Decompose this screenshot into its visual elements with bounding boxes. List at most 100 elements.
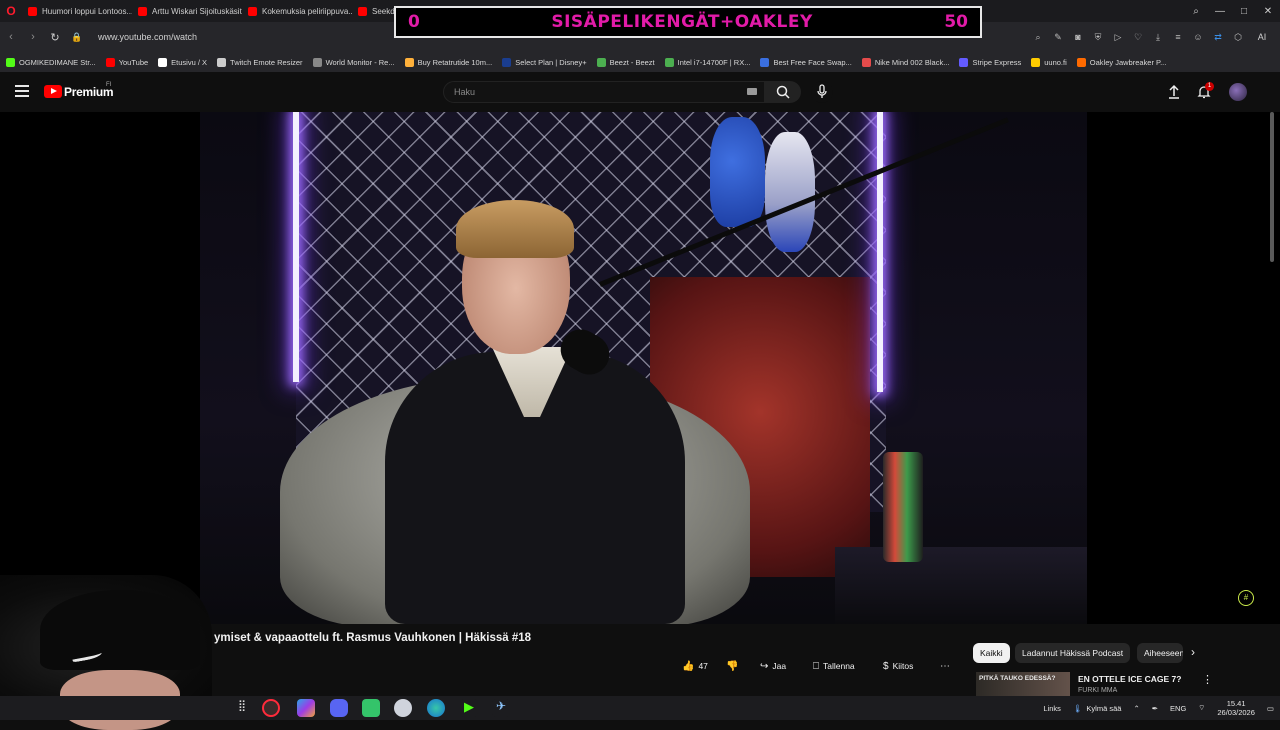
bookmark-item[interactable]: Etusivu / X bbox=[158, 57, 207, 67]
guide-menu-icon[interactable] bbox=[15, 85, 29, 97]
tab-favicon-icon bbox=[358, 6, 367, 16]
side-table bbox=[835, 547, 1087, 624]
youtube-logo-icon[interactable] bbox=[44, 85, 62, 98]
search-icon bbox=[776, 85, 790, 99]
steam-taskbar-icon[interactable]: ✈ bbox=[492, 699, 510, 717]
back-button[interactable]: ‹ bbox=[0, 31, 22, 43]
pen-icon[interactable]: ✒ bbox=[1152, 704, 1158, 713]
video-player[interactable]: # bbox=[0, 112, 1280, 624]
search-icon[interactable]: ⌕ bbox=[1030, 32, 1046, 43]
play-taskbar-icon[interactable]: ▶ bbox=[460, 699, 478, 717]
toolbar-icons: ⌕ ✎ ◙ ⛨ ▷ ♡ ⤓ ≡ ☺ ⇄ ⬡ AI bbox=[1030, 22, 1274, 52]
bookmark-item[interactable]: Intel i7-14700F | RX... bbox=[664, 57, 750, 67]
browser-tab[interactable]: Kokemuksia peliriippuva... bbox=[242, 0, 352, 22]
channel-watermark-icon[interactable]: # bbox=[1238, 590, 1254, 606]
camera-icon[interactable]: ◙ bbox=[1070, 32, 1086, 42]
recommended-more-icon[interactable]: ⋮ bbox=[1202, 673, 1213, 686]
search-tabs-icon[interactable]: ⌕ bbox=[1184, 6, 1208, 17]
bookmark-item[interactable]: Twitch Emote Resizer bbox=[217, 57, 303, 67]
search-input[interactable] bbox=[444, 82, 704, 102]
opera-menu-icon[interactable]: O bbox=[0, 0, 22, 22]
system-tray: Links 🌡 Kylmä sää ⌃ ✒ ENG ⌔ 15.41 26/03/… bbox=[1037, 696, 1280, 720]
language-indicator[interactable]: ENG bbox=[1170, 704, 1186, 713]
reload-button[interactable]: ↻ bbox=[44, 31, 66, 44]
kick-taskbar-icon[interactable] bbox=[362, 699, 380, 717]
close-window-button[interactable]: ✕ bbox=[1256, 6, 1280, 17]
discord-taskbar-icon[interactable] bbox=[330, 699, 348, 717]
security-taskbar-icon[interactable] bbox=[394, 699, 412, 717]
ai-icon[interactable]: AI bbox=[1250, 32, 1274, 42]
bookmark-favicon-icon bbox=[596, 57, 606, 67]
bookmark-favicon-icon bbox=[664, 57, 674, 67]
profile-icon[interactable]: ☺ bbox=[1190, 32, 1206, 42]
browser-tab[interactable]: Arttu Wiskari Sijoituskäsit... bbox=[132, 0, 242, 22]
notification-count-badge: 1 bbox=[1205, 82, 1214, 91]
bookmark-item[interactable]: OGMIKEDIMANE Str... bbox=[6, 57, 96, 67]
forward-button[interactable]: › bbox=[22, 31, 44, 43]
thanks-label: Kiitos bbox=[892, 661, 914, 671]
minimize-button[interactable]: — bbox=[1208, 6, 1232, 17]
more-icon: ⋯ bbox=[940, 660, 950, 672]
thumbs-down-icon: 👎 bbox=[726, 660, 739, 672]
page-scrollbar[interactable] bbox=[1268, 112, 1276, 696]
bookmark-item[interactable]: Nike Mind 002 Black... bbox=[861, 57, 950, 67]
account-avatar[interactable] bbox=[1229, 83, 1247, 101]
chip-all[interactable]: Kaikki bbox=[973, 643, 1010, 663]
bookmark-favicon-icon bbox=[959, 57, 969, 67]
bookmark-item[interactable]: uuno.fi bbox=[1031, 57, 1067, 67]
extension-icon[interactable]: ⇄ bbox=[1210, 32, 1226, 43]
bookmark-item[interactable]: Oakley Jawbreaker P... bbox=[1076, 57, 1166, 67]
like-button[interactable]: 👍 47 bbox=[682, 656, 708, 676]
weather-icon[interactable]: 🌡 bbox=[1073, 704, 1083, 713]
bookmark-item[interactable]: Best Free Face Swap... bbox=[760, 57, 852, 67]
search-button[interactable] bbox=[765, 81, 801, 103]
tray-expand-icon[interactable]: ⌃ bbox=[1133, 704, 1139, 713]
cube-icon[interactable]: ⬡ bbox=[1230, 32, 1246, 43]
clock[interactable]: 15.41 26/03/2026 bbox=[1217, 699, 1255, 717]
play-icon[interactable]: ▷ bbox=[1110, 32, 1126, 43]
chevron-right-icon[interactable]: › bbox=[1191, 645, 1195, 659]
recommended-channel-name[interactable]: FURKI MMA bbox=[1078, 687, 1117, 694]
recommended-video-title[interactable]: EN OTTELE ICE CAGE 7? bbox=[1078, 674, 1181, 684]
recommended-thumbnail[interactable]: PITKÄ TAUKO EDESSÄ? bbox=[976, 672, 1070, 696]
opera-gx-taskbar-icon[interactable] bbox=[262, 699, 280, 717]
keyboard-icon[interactable] bbox=[747, 88, 757, 95]
bookmark-item[interactable]: World Monitor - Re... bbox=[312, 57, 395, 67]
more-actions-button[interactable]: ⋯ bbox=[940, 656, 954, 676]
download-icon[interactable]: ⤓ bbox=[1150, 32, 1166, 43]
lock-icon[interactable]: 🔒 bbox=[66, 32, 88, 43]
bookmark-label: Stripe Express bbox=[972, 57, 1022, 67]
dislike-button[interactable]: 👎 bbox=[726, 656, 742, 676]
heart-icon[interactable]: ♡ bbox=[1130, 32, 1146, 43]
links-label[interactable]: Links bbox=[1043, 704, 1061, 713]
browser-tab[interactable]: Huumori loppui Lontoos... bbox=[22, 0, 132, 22]
tab-label: Huumori loppui Lontoos... bbox=[42, 6, 132, 16]
share-label: Jaa bbox=[772, 661, 787, 671]
bookmark-item[interactable]: Beezt - Beezt bbox=[596, 57, 655, 67]
wifi-icon[interactable]: ⌔ bbox=[1198, 703, 1205, 713]
edge-taskbar-icon[interactable] bbox=[427, 699, 445, 717]
copilot-taskbar-icon[interactable] bbox=[297, 699, 315, 717]
scrollbar-thumb[interactable] bbox=[1270, 112, 1274, 262]
edit-icon[interactable]: ✎ bbox=[1050, 32, 1066, 43]
bookmark-item[interactable]: Stripe Express bbox=[959, 57, 1022, 67]
chip-podcast[interactable]: Ladannut Häkissä Podcast bbox=[1015, 643, 1131, 663]
task-view-icon[interactable]: ⣿ bbox=[233, 699, 251, 717]
url-field[interactable]: www.youtube.com/watch bbox=[98, 32, 197, 42]
maximize-button[interactable]: □ bbox=[1232, 6, 1256, 17]
chip-related[interactable]: Aiheeseen liittyvät bbox=[1137, 643, 1183, 663]
voice-search-button[interactable] bbox=[811, 81, 833, 103]
weather-label[interactable]: Kylmä sää bbox=[1086, 704, 1121, 713]
bookmark-label: Nike Mind 002 Black... bbox=[874, 57, 950, 67]
bookmark-label: OGMIKEDIMANE Str... bbox=[19, 57, 96, 67]
shield-icon[interactable]: ⛨ bbox=[1090, 32, 1106, 43]
upload-icon[interactable] bbox=[1166, 84, 1182, 100]
bookmark-item[interactable]: Buy Retatrutide 10m... bbox=[404, 57, 492, 67]
share-button[interactable]: ↪ Jaa bbox=[760, 656, 786, 676]
notifications-icon[interactable]: ▭ bbox=[1267, 704, 1274, 713]
save-button[interactable]: ⎕ Tallenna bbox=[813, 656, 855, 676]
menu-icon[interactable]: ≡ bbox=[1170, 32, 1186, 42]
bookmark-item[interactable]: Select Plan | Disney+ bbox=[502, 57, 587, 67]
bookmark-item[interactable]: YouTube bbox=[105, 57, 148, 67]
thanks-button[interactable]: $ Kiitos bbox=[883, 656, 913, 676]
